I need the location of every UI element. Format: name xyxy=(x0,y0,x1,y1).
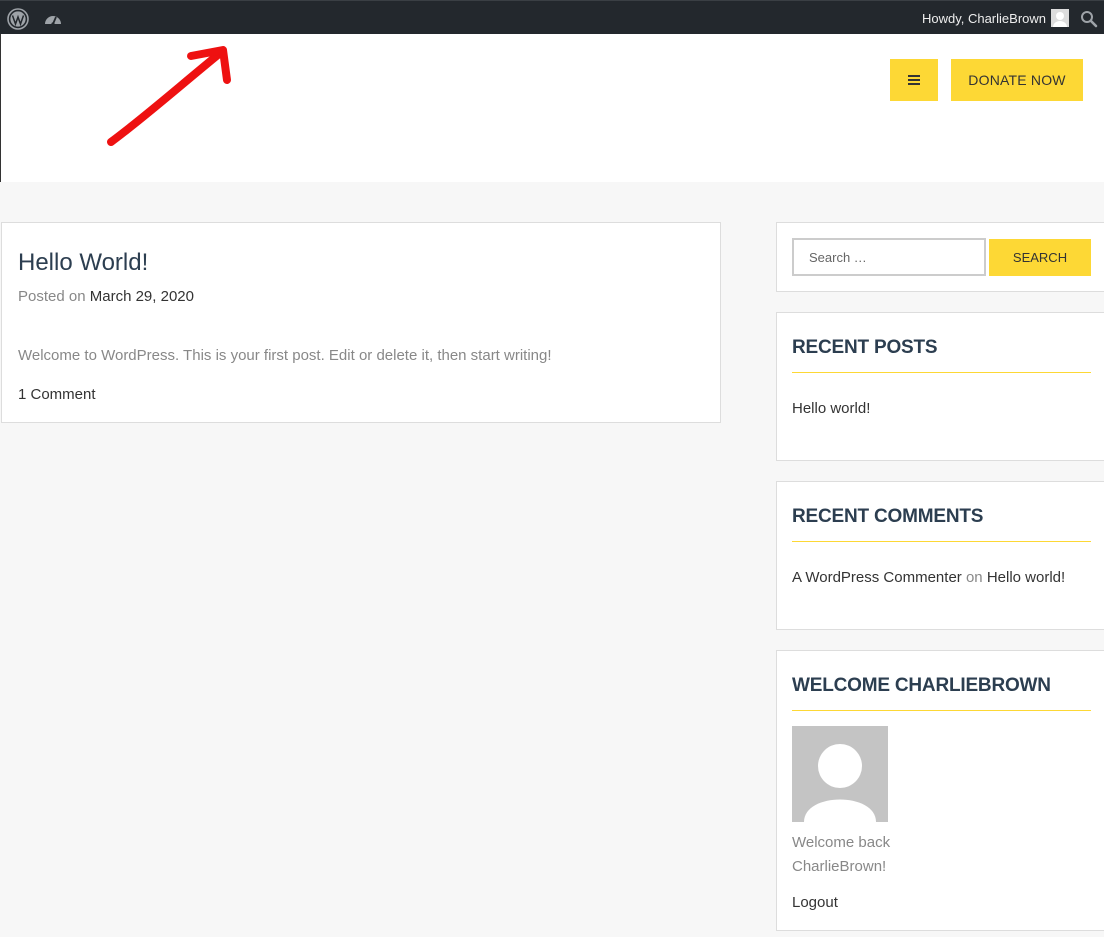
search-widget: SEARCH xyxy=(776,222,1104,292)
welcome-line-2: CharlieBrown! xyxy=(792,858,887,875)
avatar[interactable] xyxy=(1051,9,1069,27)
widget-title-recent-comments: RECENT COMMENTS xyxy=(792,506,1091,542)
menu-button[interactable] xyxy=(890,59,938,101)
welcome-line-1: Welcome back xyxy=(792,834,891,851)
post-date-link[interactable]: March 29, 2020 xyxy=(90,288,194,305)
dashboard-icon[interactable] xyxy=(43,10,63,28)
search-input[interactable] xyxy=(792,238,986,276)
comments-link[interactable]: 1 Comment xyxy=(18,386,96,403)
recent-post-link[interactable]: Hello world! xyxy=(792,400,870,417)
site-header: DONATE NOW xyxy=(0,34,1104,182)
hamburger-icon xyxy=(908,75,920,85)
recent-comments-widget: RECENT COMMENTS A WordPress Commenter on… xyxy=(776,481,1104,630)
comment-author-link[interactable]: A WordPress Commenter xyxy=(792,569,962,586)
widget-title-welcome: WELCOME CHARLIEBROWN xyxy=(792,675,1091,711)
comment-on-label: on xyxy=(965,569,983,586)
donate-now-button[interactable]: DONATE NOW xyxy=(951,59,1083,101)
recent-posts-widget: RECENT POSTS Hello world! xyxy=(776,312,1104,461)
red-arrow-annotation xyxy=(107,46,231,146)
welcome-widget: WELCOME CHARLIEBROWN Welcome back Charli… xyxy=(776,650,1104,931)
post-card: Hello World! Posted on March 29, 2020 We… xyxy=(1,222,721,423)
post-title[interactable]: Hello World! xyxy=(18,249,148,277)
search-icon[interactable] xyxy=(1080,10,1098,28)
howdy-text[interactable]: Howdy, CharlieBrown xyxy=(922,11,1046,26)
widget-title-recent-posts: RECENT POSTS xyxy=(792,337,1091,373)
logout-link[interactable]: Logout xyxy=(792,894,838,911)
posted-on-label: Posted on xyxy=(18,288,86,305)
welcome-message: Welcome back CharlieBrown! xyxy=(792,831,890,879)
recent-comment-item: A WordPress Commenter on Hello world! xyxy=(792,569,1065,586)
search-button[interactable]: SEARCH xyxy=(989,239,1091,276)
user-avatar xyxy=(792,726,888,822)
post-excerpt: Welcome to WordPress. This is your first… xyxy=(18,347,552,364)
post-meta: Posted on March 29, 2020 xyxy=(18,288,194,305)
wordpress-icon[interactable] xyxy=(7,8,29,30)
comment-post-link[interactable]: Hello world! xyxy=(987,569,1065,586)
admin-bar: Howdy, CharlieBrown xyxy=(0,0,1104,34)
